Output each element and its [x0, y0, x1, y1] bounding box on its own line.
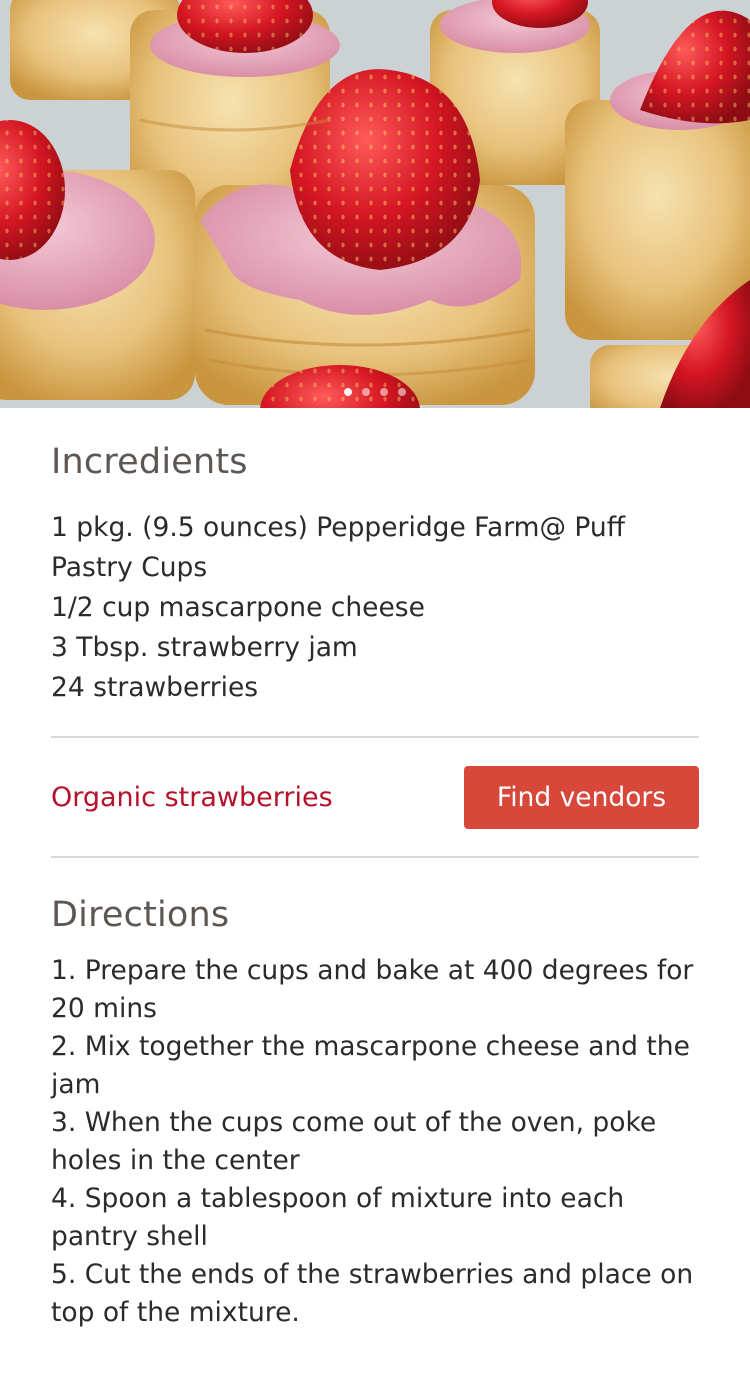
recipe-page: Incredients 1 pkg. (9.5 ounces) Pepperid… — [0, 0, 750, 1396]
ingredient-item: 3 Tbsp. strawberry jam — [51, 632, 358, 663]
ingredient-item: 24 strawberries — [51, 672, 259, 703]
vendor-row: Organic strawberries Find vendors — [51, 738, 699, 856]
find-vendors-button[interactable]: Find vendors — [464, 765, 699, 829]
directions-heading: Directions — [51, 895, 230, 935]
hero-image[interactable] — [0, 0, 750, 408]
carousel-dot[interactable] — [380, 388, 388, 396]
direction-step: 3. When the cups come out of the oven, p… — [51, 1107, 657, 1176]
ingredient-item: 1 pkg. (9.5 ounces) Pepperidge Farm@ Puf… — [51, 512, 625, 583]
direction-step: 5. Cut the ends of the strawberries and … — [51, 1259, 694, 1328]
carousel-dot[interactable] — [398, 388, 406, 396]
carousel-dot[interactable] — [362, 388, 370, 396]
direction-step: 4. Spoon a tablespoon of mixture into ea… — [51, 1183, 625, 1252]
pastry-photo-illustration — [0, 0, 750, 408]
carousel-dots — [0, 388, 750, 396]
ingredients-heading: Incredients — [51, 442, 248, 482]
direction-step: 1. Prepare the cups and bake at 400 degr… — [51, 955, 694, 1024]
direction-step: 2. Mix together the mascarpone cheese an… — [51, 1031, 690, 1100]
organic-strawberries-link[interactable]: Organic strawberries — [51, 782, 333, 813]
carousel-dot[interactable] — [344, 388, 352, 396]
divider — [51, 856, 699, 858]
ingredient-item: 1/2 cup mascarpone cheese — [51, 592, 425, 623]
direction-list: 1. Prepare the cups and bake at 400 degr… — [51, 952, 699, 1332]
ingredient-list: 1 pkg. (9.5 ounces) Pepperidge Farm@ Puf… — [51, 508, 699, 708]
recipe-content: Incredients 1 pkg. (9.5 ounces) Pepperid… — [51, 408, 699, 1332]
